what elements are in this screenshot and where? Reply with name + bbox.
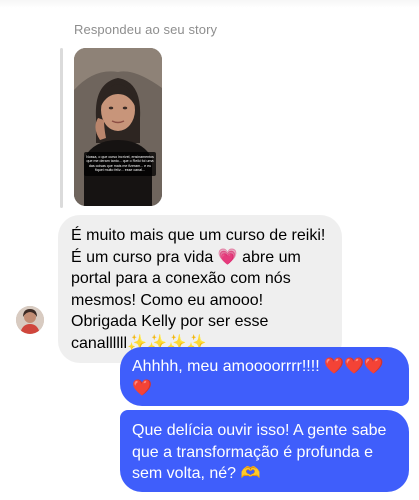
top-edge <box>0 0 419 8</box>
incoming-message-bubble[interactable]: É muito mais que um curso de reiki! É um… <box>58 215 342 363</box>
outgoing-message-bubble-1[interactable]: Ahhhh, meu amoooorrrr!!!! ❤️❤️❤️❤️ <box>120 347 409 406</box>
outgoing-message-bubble-2[interactable]: Que delícia ouvir isso! A gente sabe que… <box>120 410 409 492</box>
direct-message-thread: Respondeu ao seu story Nossa, o que curs… <box>0 0 419 500</box>
incoming-message-text: É muito mais que um curso de reiki! É um… <box>71 227 326 352</box>
story-thumbnail[interactable]: Nossa, o que curso incrível, ensinamento… <box>74 48 162 206</box>
story-caption: Nossa, o que curso incrível, ensinamento… <box>84 152 156 176</box>
outgoing-message-text-2: Que delícia ouvir isso! A gente sabe que… <box>132 422 387 482</box>
story-reply-label: Respondeu ao seu story <box>74 22 218 37</box>
story-reply-indicator <box>60 48 63 208</box>
story-image <box>74 48 162 206</box>
sender-avatar[interactable] <box>16 306 44 334</box>
user-avatar-icon <box>16 306 44 334</box>
outgoing-message-text-1: Ahhhh, meu amoooorrrr!!!! ❤️❤️❤️❤️ <box>132 358 384 397</box>
